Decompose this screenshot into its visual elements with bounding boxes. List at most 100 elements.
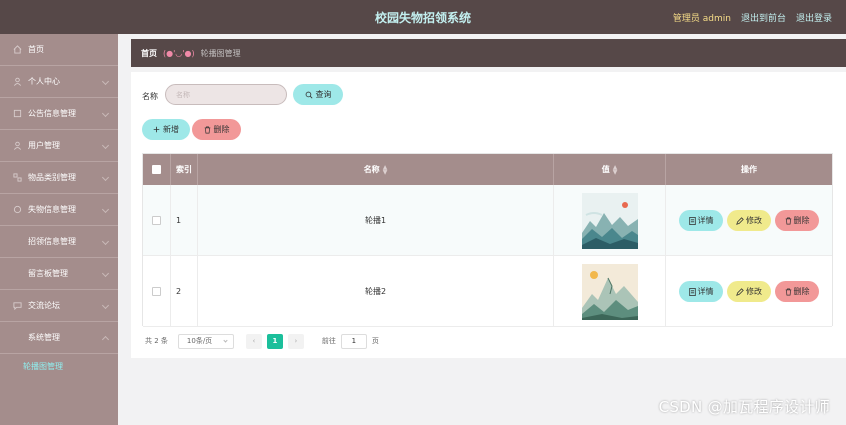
sidebar-item-carousel[interactable]: 轮播图管理 xyxy=(0,350,118,382)
trash-icon xyxy=(785,217,791,224)
column-header-name[interactable]: 名称 ▲ ▼ xyxy=(198,154,554,185)
sidebar-item-users[interactable]: 用户管理 xyxy=(0,130,118,162)
search-icon xyxy=(305,91,312,98)
pencil-icon xyxy=(736,287,744,296)
row-actions: 详情 修改 删除 xyxy=(666,256,832,327)
sidebar-item-message[interactable]: 留言板管理 xyxy=(0,258,118,290)
add-button[interactable]: 新增 xyxy=(142,119,190,140)
sidebar-item-profile[interactable]: 个人中心 xyxy=(0,66,118,98)
goto-label: 前往 xyxy=(321,337,336,345)
detail-label: 详情 xyxy=(697,287,714,296)
row-select-cell xyxy=(143,185,171,256)
sidebar-item-label: 留言板管理 xyxy=(28,269,68,278)
row-checkbox[interactable] xyxy=(152,287,161,296)
detail-button[interactable]: 详情 xyxy=(679,281,723,302)
home-icon xyxy=(12,45,22,55)
logout-link[interactable]: 退出登录 xyxy=(796,11,832,24)
sidebar-item-label: 个人中心 xyxy=(28,77,60,86)
sidebar-item-found[interactable]: 招领信息管理 xyxy=(0,226,118,258)
sidebar-item-forum[interactable]: 交流论坛 xyxy=(0,290,118,322)
column-header-action: 操作 xyxy=(741,165,757,174)
sidebar-item-label: 用户管理 xyxy=(28,141,60,150)
edit-button[interactable]: 修改 xyxy=(727,281,771,302)
sidebar-item-label: 首页 xyxy=(28,45,44,54)
row-actions: 详情 修改 删除 xyxy=(666,185,832,256)
chevron-down-icon xyxy=(101,237,110,246)
select-all-cell xyxy=(143,154,171,185)
chevron-down-icon xyxy=(101,109,110,118)
row-index: 2 xyxy=(171,256,198,327)
carousel-image-landscape-1 xyxy=(581,192,638,249)
breadcrumb-home[interactable]: 首页 xyxy=(141,48,157,59)
delete-button[interactable]: 删除 xyxy=(775,281,819,302)
chevron-down-icon xyxy=(101,205,110,214)
column-header-value[interactable]: 值 ▲ ▼ xyxy=(554,154,666,185)
page-number-current[interactable]: 1 xyxy=(266,333,283,349)
row-name: 轮播2 xyxy=(198,256,554,327)
breadcrumb: 首页 (●'◡'●) 轮播图管理 xyxy=(131,39,846,67)
pagination-total: 共 2 条 xyxy=(145,337,168,345)
query-button[interactable]: 查询 xyxy=(293,84,343,105)
row-value-cell xyxy=(554,185,666,256)
sidebar-item-label: 轮播图管理 xyxy=(23,361,63,371)
sidebar-item-label: 招领信息管理 xyxy=(28,237,76,246)
sidebar: 首页 个人中心 公告信息管理 用户管理 物品类别管理 失物信息管理 招领信息管理… xyxy=(0,34,118,425)
row-value-cell xyxy=(554,256,666,327)
document-icon xyxy=(688,287,696,296)
main-card: 名称 查询 新增 删除 索引 名称 ▲▼ 值 ▲▼ 操作 xyxy=(131,72,846,358)
category-icon xyxy=(12,173,22,183)
sidebar-item-label: 交流论坛 xyxy=(28,301,60,310)
chevron-down-icon xyxy=(101,301,110,310)
row-checkbox[interactable] xyxy=(152,216,161,225)
sort-icon[interactable]: ▲ ▼ xyxy=(383,164,388,175)
users-icon xyxy=(12,141,22,151)
carousel-image-landscape-2 xyxy=(581,263,638,320)
table-header: 索引 名称 ▲ ▼ 值 ▲ ▼ 操作 xyxy=(143,154,832,185)
carousel-table: 索引 名称 ▲ ▼ 值 ▲ ▼ 操作 1 轮播1 详情 修改 删除 2 轮播2 … xyxy=(142,153,833,327)
detail-button[interactable]: 详情 xyxy=(679,210,723,231)
user-icon xyxy=(12,77,22,87)
page-size-value: 10条/页 xyxy=(186,337,213,345)
delete-button[interactable]: 删除 xyxy=(775,210,819,231)
document-icon xyxy=(688,216,696,225)
lost-icon xyxy=(12,205,22,215)
page-size-select[interactable]: 10条/页 xyxy=(177,333,234,349)
forum-icon xyxy=(12,301,22,311)
trash-icon xyxy=(204,126,210,133)
row-select-cell xyxy=(143,256,171,327)
sidebar-item-lost[interactable]: 失物信息管理 xyxy=(0,194,118,226)
next-page-button[interactable]: › xyxy=(287,333,304,349)
chevron-up-icon xyxy=(101,335,110,344)
sidebar-item-home[interactable]: 首页 xyxy=(0,34,118,66)
sidebar-item-label: 系统管理 xyxy=(28,333,60,342)
search-label: 名称 xyxy=(142,92,158,101)
breadcrumb-current: 轮播图管理 xyxy=(200,48,241,58)
select-all-checkbox[interactable] xyxy=(152,165,161,174)
column-header-index: 索引 xyxy=(171,154,198,185)
add-button-label: 新增 xyxy=(163,125,179,134)
sidebar-item-category[interactable]: 物品类别管理 xyxy=(0,162,118,194)
sidebar-item-label: 失物信息管理 xyxy=(28,205,76,214)
page-suffix: 页 xyxy=(371,337,379,345)
chevron-down-icon xyxy=(101,269,110,278)
chevron-down-icon xyxy=(101,141,110,150)
sort-icon[interactable]: ▲ ▼ xyxy=(613,164,618,175)
delete-label: 删除 xyxy=(793,216,810,225)
chevron-down-icon xyxy=(223,337,228,343)
sidebar-item-label: 物品类别管理 xyxy=(28,173,76,182)
edit-button[interactable]: 修改 xyxy=(727,210,771,231)
goto-page-input[interactable] xyxy=(340,333,367,349)
column-header-name-label: 名称 xyxy=(363,165,380,174)
search-input[interactable] xyxy=(165,84,287,105)
table-row: 2 轮播2 详情 修改 删除 xyxy=(143,256,832,327)
back-to-front-link[interactable]: 退出到前台 xyxy=(741,11,786,24)
sidebar-item-notice[interactable]: 公告信息管理 xyxy=(0,98,118,130)
trash-icon xyxy=(785,288,791,295)
pencil-icon xyxy=(736,216,744,225)
csdn-watermark: CSDN @加瓦程序设计师 xyxy=(658,398,830,416)
chevron-down-icon xyxy=(101,77,110,86)
prev-page-button[interactable]: ‹ xyxy=(245,333,262,349)
edit-label: 修改 xyxy=(746,287,762,296)
chevron-down-icon xyxy=(101,173,110,182)
batch-delete-button[interactable]: 删除 xyxy=(192,119,241,140)
